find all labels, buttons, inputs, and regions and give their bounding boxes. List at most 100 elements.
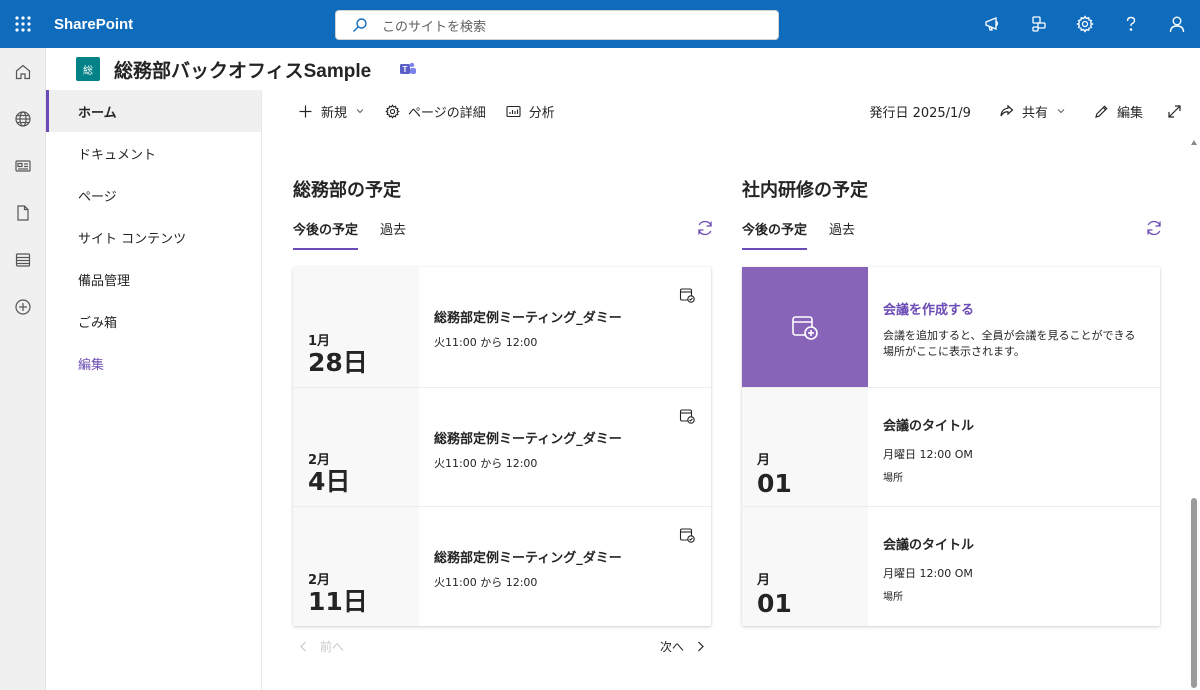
globe-icon[interactable] bbox=[0, 95, 46, 142]
previous-button[interactable]: 前へ bbox=[293, 638, 344, 655]
event-day: 4日 bbox=[308, 467, 351, 497]
create-event-tile[interactable] bbox=[742, 267, 868, 387]
event-title[interactable]: 会議のタイトル bbox=[883, 415, 974, 434]
megaphone-icon[interactable] bbox=[970, 0, 1016, 48]
plus-icon bbox=[299, 105, 312, 117]
nav-item-home[interactable]: ホーム bbox=[46, 90, 261, 132]
site-logo[interactable]: 総 bbox=[76, 57, 100, 81]
help-icon[interactable] bbox=[1108, 0, 1154, 48]
next-button[interactable]: 次へ bbox=[660, 638, 711, 655]
fullscreen-button[interactable] bbox=[1153, 90, 1200, 132]
nav-item-equipment[interactable]: 備品管理 bbox=[46, 258, 261, 300]
chevron-down-icon bbox=[1057, 109, 1065, 114]
news-icon[interactable] bbox=[0, 142, 46, 189]
published-date: 発行日 2025/1/9 bbox=[859, 90, 989, 132]
new-button[interactable]: 新規 bbox=[288, 90, 375, 132]
event-day: 01 bbox=[757, 589, 792, 619]
scrollbar-thumb[interactable] bbox=[1191, 498, 1197, 688]
section-title: 社内研修の予定 bbox=[742, 180, 868, 200]
event-title[interactable]: 会議のタイトル bbox=[883, 534, 974, 553]
nav-item-site-contents[interactable]: サイト コンテンツ bbox=[46, 216, 261, 258]
document-icon[interactable] bbox=[0, 189, 46, 236]
tab-upcoming[interactable]: 今後の予定 bbox=[282, 206, 369, 250]
published-label: 発行日 2025/1/9 bbox=[869, 105, 971, 121]
page-details-label: ページの詳細 bbox=[408, 105, 486, 121]
site-header: 総 総務部バックオフィスSample T bbox=[46, 48, 1200, 90]
teams-icon[interactable]: T bbox=[399, 60, 417, 78]
nav-item-pages[interactable]: ページ bbox=[46, 174, 261, 216]
events-card: 会議を作成する 会議を追加すると、全員が会議を見ることができる場所がここに表示さ… bbox=[742, 267, 1160, 627]
event-date: 2月 11日 bbox=[293, 507, 419, 627]
event-title[interactable]: 総務部定例ミーティング_ダミー bbox=[434, 307, 622, 326]
pagination: 前へ 次へ bbox=[293, 638, 711, 655]
nav-item-documents[interactable]: ドキュメント bbox=[46, 132, 261, 174]
search-box[interactable]: このサイトを検索 bbox=[335, 10, 779, 40]
share-label: 共有 bbox=[1021, 105, 1048, 121]
nav-edit-link[interactable]: 編集 bbox=[46, 342, 261, 384]
list-icon[interactable] bbox=[0, 236, 46, 283]
add-to-calendar-icon[interactable] bbox=[679, 408, 695, 424]
event-row[interactable]: 1月 28日 総務部定例ミーティング_ダミー 火11:00 から 12:00 bbox=[293, 267, 711, 387]
add-to-calendar-icon[interactable] bbox=[679, 287, 695, 303]
edit-label: 編集 bbox=[1116, 105, 1143, 121]
add-to-calendar-icon[interactable] bbox=[679, 527, 695, 544]
event-day: 28日 bbox=[308, 347, 368, 377]
tab-upcoming[interactable]: 今後の予定 bbox=[731, 206, 818, 250]
event-month: 月 bbox=[757, 453, 771, 469]
event-row[interactable]: 月 01 会議のタイトル 月曜日 12:00 OM 場所 bbox=[742, 386, 1160, 507]
page-scrollbar[interactable] bbox=[1188, 138, 1200, 690]
event-row[interactable]: 2月 4日 総務部定例ミーティング_ダミー 火11:00 から 12:00 bbox=[293, 386, 711, 507]
app-name[interactable]: SharePoint bbox=[54, 16, 133, 33]
chevron-left-icon bbox=[300, 641, 306, 652]
site-title[interactable]: 総務部バックオフィスSample bbox=[114, 56, 371, 83]
event-month: 月 bbox=[757, 573, 771, 589]
events-tabs: 今後の予定 過去 bbox=[731, 206, 1163, 250]
event-row[interactable]: 2月 11日 総務部定例ミーティング_ダミー 火11:00 から 12:00 bbox=[293, 506, 711, 627]
share-button[interactable]: 共有 bbox=[989, 90, 1076, 132]
account-icon[interactable] bbox=[1154, 0, 1200, 48]
refresh-icon[interactable] bbox=[696, 219, 714, 237]
nav-item-recycle-bin[interactable]: ごみ箱 bbox=[46, 300, 261, 342]
gear-icon bbox=[385, 103, 400, 119]
event-date: 月 01 bbox=[742, 507, 868, 627]
tab-past[interactable]: 過去 bbox=[818, 206, 866, 250]
page-details-button[interactable]: ページの詳細 bbox=[375, 90, 496, 132]
calendar-add-icon bbox=[792, 316, 818, 340]
event-date: 2月 4日 bbox=[293, 387, 419, 507]
home-icon[interactable] bbox=[0, 48, 46, 95]
pencil-icon bbox=[1095, 104, 1108, 118]
gear-icon[interactable] bbox=[1062, 0, 1108, 48]
event-location: 場所 bbox=[883, 472, 903, 484]
add-icon[interactable] bbox=[0, 283, 46, 330]
search-icon bbox=[353, 18, 367, 32]
create-event-row[interactable]: 会議を作成する 会議を追加すると、全員が会議を見ることができる場所がここに表示さ… bbox=[742, 267, 1160, 387]
edit-button[interactable]: 編集 bbox=[1084, 90, 1153, 132]
tab-past[interactable]: 過去 bbox=[369, 206, 417, 250]
section-title: 総務部の予定 bbox=[293, 180, 401, 200]
sharepoint-app-icon[interactable] bbox=[1016, 0, 1062, 48]
event-title[interactable]: 総務部定例ミーティング_ダミー bbox=[434, 428, 622, 447]
analytics-label: 分析 bbox=[528, 105, 555, 121]
analytics-icon bbox=[506, 105, 521, 117]
svg-text:T: T bbox=[403, 65, 408, 74]
event-day: 01 bbox=[757, 469, 792, 499]
event-title[interactable]: 総務部定例ミーティング_ダミー bbox=[434, 547, 622, 566]
app-launcher-icon[interactable] bbox=[0, 0, 46, 48]
event-row[interactable]: 月 01 会議のタイトル 月曜日 12:00 OM 場所 bbox=[742, 506, 1160, 627]
new-label: 新規 bbox=[321, 105, 348, 121]
search-placeholder: このサイトを検索 bbox=[382, 19, 487, 35]
create-event-title[interactable]: 会議を作成する bbox=[883, 299, 974, 318]
next-label: 次へ bbox=[659, 640, 684, 655]
event-time: 火11:00 から 12:00 bbox=[434, 456, 538, 470]
event-date: 1月 28日 bbox=[293, 267, 419, 387]
expand-icon bbox=[1168, 104, 1181, 118]
event-day: 11日 bbox=[308, 587, 368, 617]
events-section-general-affairs: 総務部の予定 今後の予定 過去 1月 28日 総務部定例ミーティング_ダミー 火… bbox=[293, 176, 714, 655]
refresh-icon[interactable] bbox=[1145, 219, 1163, 237]
event-time: 月曜日 12:00 OM bbox=[883, 447, 973, 461]
analytics-button[interactable]: 分析 bbox=[496, 90, 565, 132]
events-section-training: 社内研修の予定 今後の予定 過去 会議を作成する 会議を追加すると、全員が会議を… bbox=[742, 176, 1161, 627]
scroll-up-arrow-icon[interactable] bbox=[1191, 140, 1197, 145]
chevron-right-icon bbox=[698, 641, 704, 652]
left-navigation: ホーム ドキュメント ページ サイト コンテンツ 備品管理 ごみ箱 編集 bbox=[46, 90, 262, 690]
